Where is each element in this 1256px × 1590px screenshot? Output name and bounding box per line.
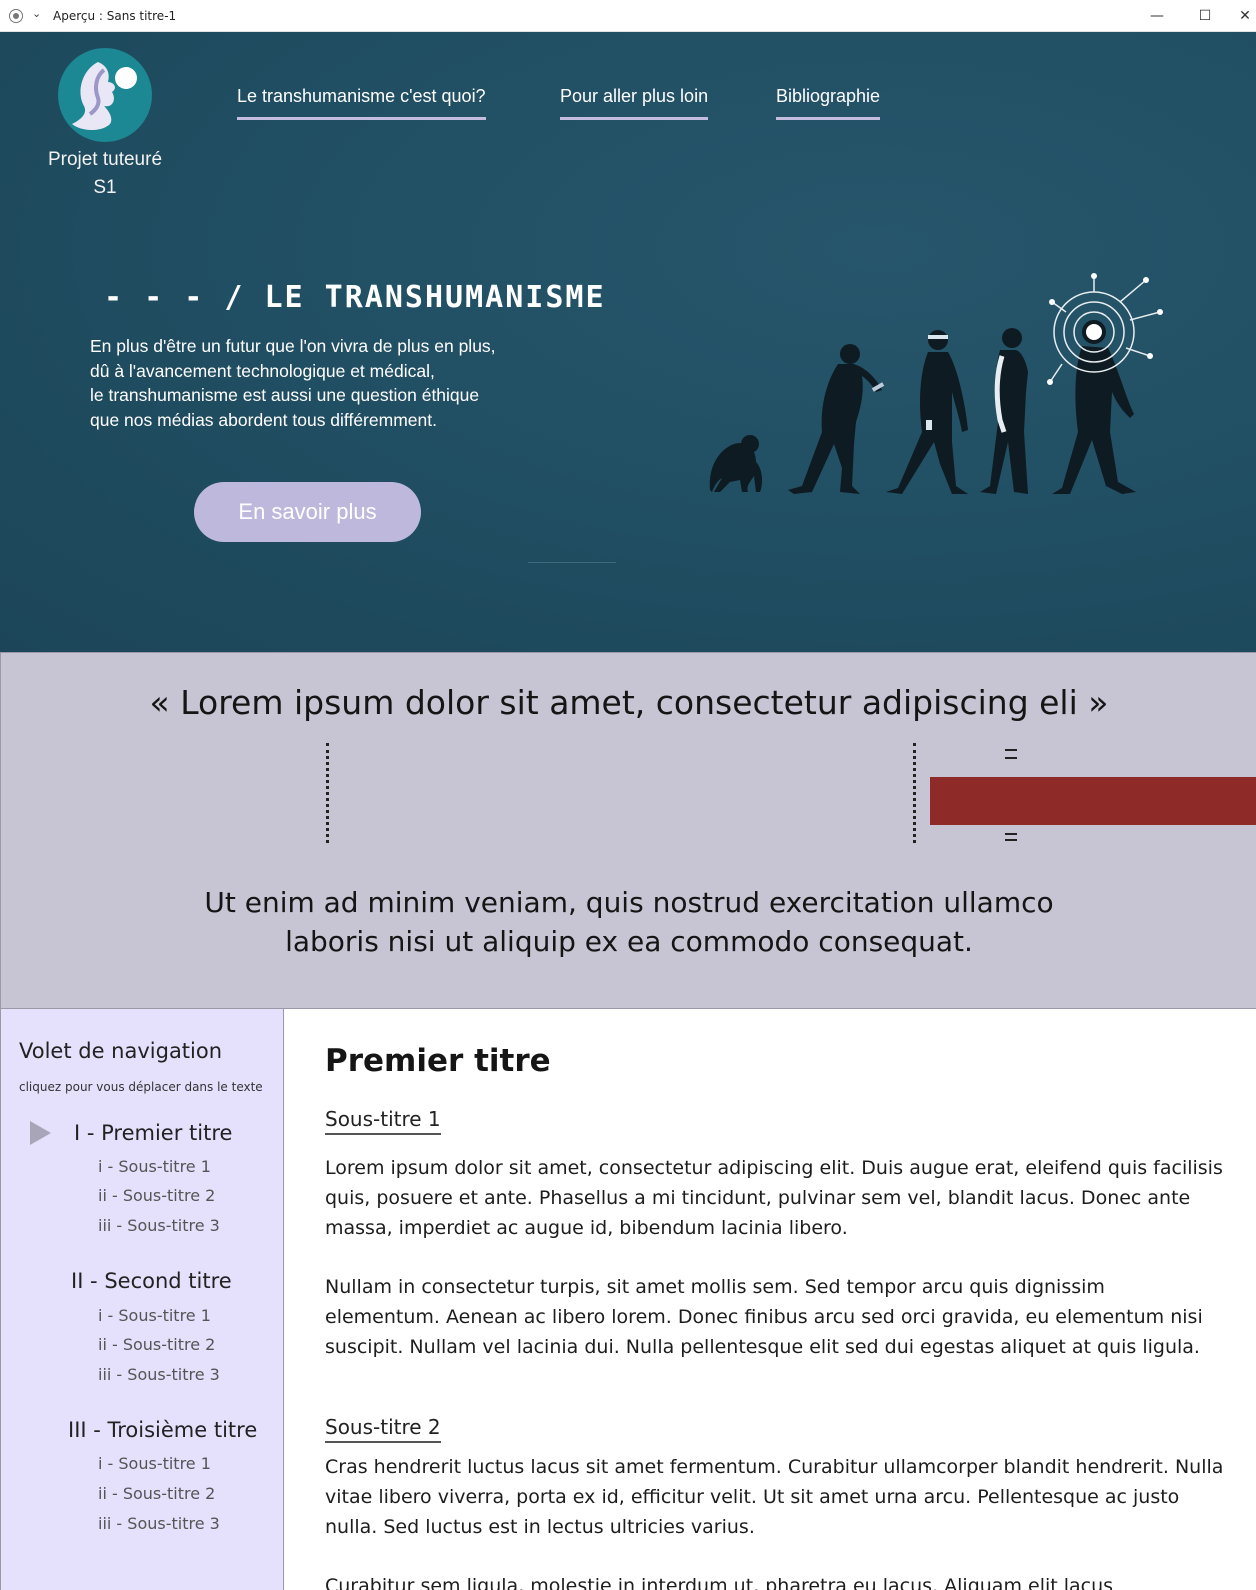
hero-text-line: En plus d'être un futur que l'on vivra d…	[90, 336, 496, 356]
sidebar-item[interactable]: iii - Sous-titre 3	[98, 1514, 220, 1533]
sidebar-item[interactable]: iii - Sous-titre 3	[98, 1365, 220, 1384]
close-button[interactable]: ✕	[1234, 4, 1256, 28]
divider	[528, 562, 616, 563]
content-paragraph: Cras hendrerit luctus lacus sit amet fer…	[325, 1456, 1224, 1538]
dotted-divider	[326, 743, 329, 843]
face-logo-icon	[72, 62, 137, 130]
content-paragraph: Curabitur sem ligula, molestie in interd…	[325, 1575, 1114, 1590]
nav-link-transhumanisme[interactable]: Le transhumanisme c'est quoi?	[237, 86, 486, 120]
main-content: Premier titre Sous-titre 1 Lorem ipsum d…	[285, 1009, 1256, 1590]
nav-link-aller-plus-loin[interactable]: Pour aller plus loin	[560, 86, 709, 120]
play-arrow-icon	[30, 1121, 51, 1145]
maximize-button[interactable]: ☐	[1190, 4, 1220, 28]
tick-mark	[1005, 839, 1017, 841]
sidebar-item[interactable]: ii - Sous-titre 2	[98, 1335, 215, 1354]
window-title: Aperçu : Sans titre-1	[53, 9, 177, 23]
tick-mark	[1005, 749, 1017, 751]
dotted-divider	[913, 743, 916, 843]
content-subtitle-2: Sous-titre 2	[325, 1415, 441, 1443]
tick-mark	[1005, 757, 1017, 759]
logo-caption-line1: Projet tuteuré	[47, 149, 163, 170]
hero-title: - - - / LE TRANSHUMANISME	[104, 280, 606, 315]
hero-text-line: le transhumanisme est aussi une question…	[90, 385, 480, 405]
hero-text-line: que nos médias abordent tous différemmen…	[90, 409, 437, 430]
sidebar-item[interactable]: i - Sous-titre 1	[98, 1306, 211, 1325]
window-titlebar: ⌄ Aperçu : Sans titre-1 — ☐ ✕	[0, 0, 1256, 32]
quote-subtext-line: Ut enim ad minim veniam, quis nostrud ex…	[204, 886, 1054, 919]
tick-mark	[1005, 833, 1017, 835]
sidebar-section-2[interactable]: II - Second titre	[71, 1269, 232, 1293]
logo-caption-line2: S1	[93, 177, 117, 198]
quote-subtext: Ut enim ad minim veniam, quis nostrud ex…	[1, 883, 1256, 961]
nav-link-bibliographie[interactable]: Bibliographie	[776, 86, 881, 120]
logo-caption: Projet tuteuré S1	[30, 146, 180, 202]
chevron-down-icon[interactable]: ⌄	[32, 7, 41, 20]
sidebar-item[interactable]: iii - Sous-titre 3	[98, 1216, 220, 1235]
sidebar-item[interactable]: i - Sous-titre 1	[98, 1454, 211, 1473]
app-icon	[9, 9, 23, 23]
content-paragraph: Lorem ipsum dolor sit amet, consectetur …	[325, 1157, 1223, 1239]
quote-band: « Lorem ipsum dolor sit amet, consectetu…	[0, 652, 1256, 1009]
logo[interactable]	[58, 48, 152, 142]
hero-text: En plus d'être un futur que l'on vivra d…	[90, 334, 550, 432]
minimize-button[interactable]: —	[1142, 4, 1172, 28]
navigation-sidebar: Volet de navigation cliquez pour vous dé…	[0, 1009, 284, 1590]
sidebar-title: Volet de navigation	[19, 1039, 223, 1063]
content-subtitle-1: Sous-titre 1	[325, 1107, 441, 1135]
content-paragraph: Nullam in consectetur turpis, sit amet m…	[325, 1276, 1203, 1358]
sidebar-subtitle: cliquez pour vous déplacer dans le texte	[19, 1080, 263, 1094]
sidebar-item[interactable]: i - Sous-titre 1	[98, 1157, 211, 1176]
sidebar-section-3[interactable]: III - Troisième titre	[68, 1418, 257, 1442]
sidebar-section-1[interactable]: I - Premier titre	[74, 1121, 232, 1145]
hero-section: Projet tuteuré S1 Le transhumanisme c'es…	[0, 32, 1256, 652]
quote-text: « Lorem ipsum dolor sit amet, consectetu…	[149, 683, 1109, 722]
sidebar-item[interactable]: ii - Sous-titre 2	[98, 1186, 215, 1205]
en-savoir-plus-button[interactable]: En savoir plus	[194, 482, 421, 542]
sidebar-item[interactable]: ii - Sous-titre 2	[98, 1484, 215, 1503]
quote-subtext-line: laboris nisi ut aliquip ex ea commodo co…	[285, 925, 973, 958]
content-title: Premier titre	[325, 1043, 551, 1079]
hero-text-line: dû à l'avancement technologique et médic…	[90, 360, 435, 381]
red-banner	[930, 777, 1256, 825]
human-evolution-illustration	[709, 273, 1163, 494]
